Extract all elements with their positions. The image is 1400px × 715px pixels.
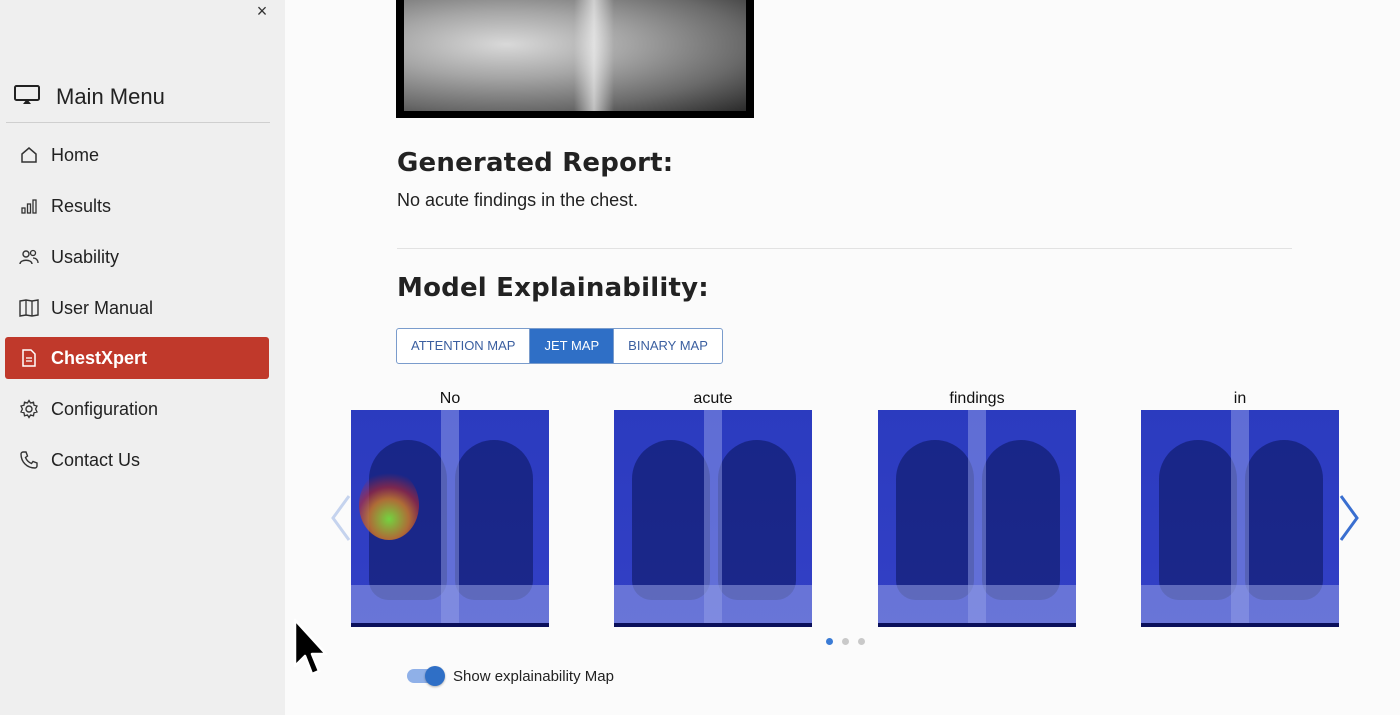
- close-icon[interactable]: ×: [253, 2, 271, 20]
- tab-binary-map[interactable]: BINARY MAP: [614, 329, 722, 363]
- main-content: Generated Report: No acute findings in t…: [285, 0, 1400, 715]
- jet-map-image: [614, 410, 812, 627]
- explainability-toggle-row: Show explainability Map: [407, 665, 614, 687]
- tab-attention-map[interactable]: ATTENTION MAP: [397, 329, 531, 363]
- document-icon: [19, 348, 39, 368]
- card-word: acute: [693, 390, 733, 407]
- home-icon: [19, 145, 39, 165]
- nav-item-label: Contact Us: [51, 449, 141, 470]
- nav-item-chestxpert[interactable]: ChestXpert: [5, 337, 269, 379]
- card-word: No: [439, 390, 461, 407]
- section-divider: [397, 248, 1292, 249]
- carousel-card: acute: [614, 390, 812, 628]
- phone-icon: [19, 450, 39, 470]
- carousel-pagination: [826, 638, 865, 645]
- jet-map-image: [351, 410, 549, 627]
- book-icon: [19, 298, 39, 318]
- card-word: findings: [949, 390, 1005, 407]
- users-icon: [19, 247, 39, 267]
- jet-map-image: [878, 410, 1076, 627]
- carousel-card: No: [351, 390, 549, 628]
- card-word: in: [1233, 390, 1247, 407]
- uploaded-xray-image: [396, 0, 754, 118]
- nav-item-label: Usability: [51, 246, 120, 267]
- nav-item-label: Home: [51, 144, 100, 165]
- nav-item-label: Results: [51, 195, 112, 216]
- pagination-dot[interactable]: [826, 638, 833, 645]
- menu-header: Main Menu: [14, 84, 165, 110]
- report-text: No acute findings in the chest.: [397, 190, 639, 210]
- carousel-card: findings: [878, 390, 1076, 628]
- report-title: Generated Report:: [397, 148, 674, 178]
- menu-divider: [6, 122, 270, 123]
- carousel-next-icon[interactable]: [1335, 492, 1363, 544]
- pagination-dot[interactable]: [858, 638, 865, 645]
- gear-icon: [19, 399, 39, 419]
- mouse-pointer-icon: [292, 618, 332, 680]
- nav-item-user-manual[interactable]: User Manual: [5, 287, 269, 329]
- monitor-icon: [14, 84, 40, 110]
- map-type-tabs: ATTENTION MAP JET MAP BINARY MAP: [396, 328, 723, 364]
- nav-item-contact-us[interactable]: Contact Us: [5, 439, 269, 481]
- carousel-card: in: [1141, 390, 1339, 628]
- sidebar: × Main Menu Home Results Usability User …: [0, 0, 285, 715]
- nav-item-label: User Manual: [51, 297, 154, 318]
- explainability-title: Model Explainability:: [397, 273, 709, 303]
- attention-hotspot: [359, 470, 419, 540]
- toggle-label: Show explainability Map: [453, 667, 614, 685]
- nav-item-label: ChestXpert: [51, 347, 148, 368]
- nav-item-configuration[interactable]: Configuration: [5, 388, 269, 430]
- bar-chart-icon: [19, 196, 39, 216]
- nav-item-home[interactable]: Home: [5, 134, 269, 176]
- menu-title: Main Menu: [56, 84, 165, 109]
- jet-map-image: [1141, 410, 1339, 627]
- nav-item-results[interactable]: Results: [5, 185, 269, 227]
- pagination-dot[interactable]: [842, 638, 849, 645]
- nav-item-usability[interactable]: Usability: [5, 236, 269, 278]
- tab-jet-map[interactable]: JET MAP: [530, 329, 615, 363]
- nav-item-label: Configuration: [51, 398, 159, 419]
- explainability-toggle[interactable]: [407, 666, 445, 686]
